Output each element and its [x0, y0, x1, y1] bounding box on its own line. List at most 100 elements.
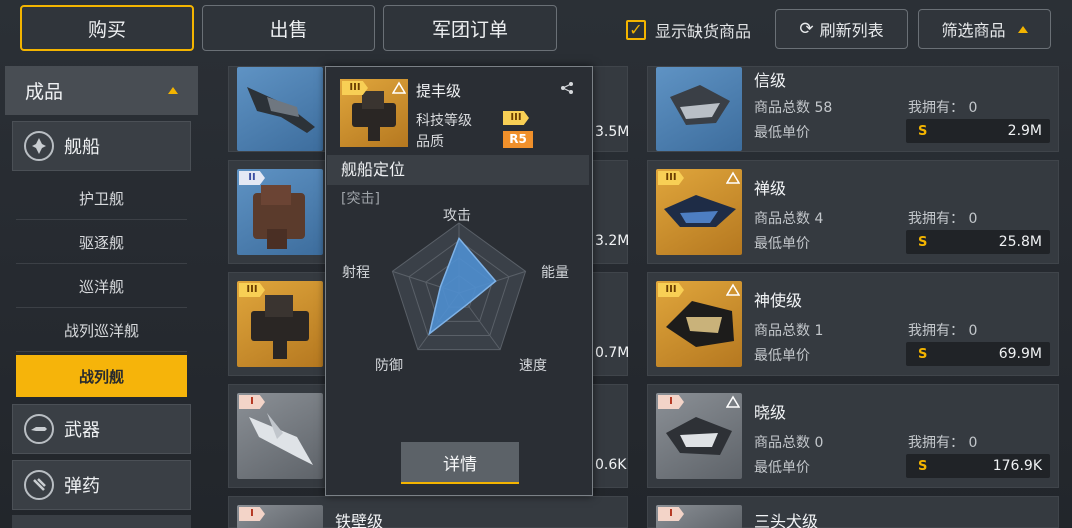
price-value: 3.5M [595, 124, 630, 140]
sidebar-item-frigate[interactable]: 护卫舰 [16, 178, 187, 220]
sidebar-ammo-label: 弹药 [64, 476, 100, 497]
list-item[interactable]: III 禅级 商品总数 4 我拥有： 0 最低单价 S 25.8M [647, 160, 1059, 264]
ship-thumbnail: I [237, 505, 323, 528]
tier-badge: III [658, 283, 684, 297]
tech-level-badge: III [503, 111, 529, 125]
share-icon[interactable] [560, 81, 574, 95]
own-value: 0 [968, 323, 978, 339]
sidebar-item-battlecruiser[interactable]: 战列巡洋舰 [16, 310, 187, 352]
lowest-price-label: 最低单价 [754, 348, 810, 364]
own-value: 0 [968, 100, 978, 116]
price-box: S 176.9K [906, 454, 1050, 478]
quality-badge: R5 [503, 131, 533, 148]
radar-label-attack: 攻击 [443, 208, 471, 224]
list-item[interactable]: I 晓级 商品总数 0 我拥有： 0 最低单价 S 176.9K [647, 384, 1059, 488]
ship-thumbnail: III [237, 281, 323, 367]
quality-label: 品质 [416, 134, 444, 150]
list-item[interactable]: III 神使级 商品总数 1 我拥有： 0 最低单价 S 69.9M [647, 272, 1059, 376]
sidebar-item-cruiser[interactable]: 巡洋舰 [16, 266, 187, 308]
radar-label-range: 射程 [342, 265, 370, 281]
total-label: 商品总数 [754, 100, 810, 116]
ship-name: 神使级 [754, 291, 803, 310]
ship-thumbnail: III [340, 79, 408, 147]
filter-label: 筛选商品 [941, 21, 1006, 40]
total-value: 58 [814, 100, 833, 116]
list-item[interactable]: I 铁壁级 [228, 496, 628, 528]
radar-label-energy: 能量 [541, 265, 569, 281]
sidebar-item-ammo[interactable]: 弹药 [12, 460, 191, 510]
price-box: S 69.9M [906, 342, 1050, 366]
total-label: 商品总数 [754, 323, 810, 339]
role-title: 舰船定位 [327, 155, 589, 185]
price-value: 69.9M [998, 346, 1042, 362]
ship-name: 铁壁级 [335, 512, 384, 528]
category-finished-goods[interactable]: 成品 [5, 66, 198, 115]
tier-badge: I [658, 395, 684, 409]
sidebar-item-ships[interactable]: 舰船 [12, 121, 191, 171]
ship-thumbnail: III [656, 281, 742, 367]
total-value: 4 [814, 211, 824, 227]
ship-thumbnail: II [237, 169, 323, 255]
ship-thumbnail: I [656, 393, 742, 479]
ship-thumbnail: III [656, 169, 742, 255]
tier-badge: I [239, 395, 265, 409]
lowest-price-label: 最低单价 [754, 460, 810, 476]
category-label: 成品 [25, 81, 64, 103]
sidebar-item-destroyer[interactable]: 驱逐舰 [16, 222, 187, 264]
total-label: 商品总数 [754, 211, 810, 227]
lowest-price-label: 最低单价 [754, 236, 810, 252]
ship-thumbnail: I [656, 505, 742, 528]
sidebar-weapons-label: 武器 [64, 420, 100, 441]
refresh-label: 刷新列表 [819, 21, 884, 40]
weapon-icon [24, 414, 54, 444]
price-value: 0.7M [595, 345, 630, 361]
lowest-price-label: 最低单价 [754, 125, 810, 141]
currency-icon: S [918, 458, 928, 474]
total-value: 1 [814, 323, 824, 339]
price-value: 2.9M [1007, 123, 1042, 139]
price-value: 0.6K [595, 457, 627, 473]
own-count: 我拥有： 0 [908, 320, 977, 340]
sidebar-more-item [12, 515, 191, 528]
tech-level-label: 科技等级 [416, 113, 472, 129]
total-label: 商品总数 [754, 435, 810, 451]
tab-buy[interactable]: 购买 [20, 5, 194, 51]
list-item[interactable]: 信级 商品总数 58 我拥有： 0 最低单价 S 2.9M [647, 66, 1059, 152]
sidebar-ships-label: 舰船 [64, 137, 100, 158]
own-count: 我拥有： 0 [908, 208, 977, 228]
details-button[interactable]: 详情 [401, 442, 519, 484]
ship-name: 三头犬级 [754, 512, 819, 528]
tier-badge: I [239, 507, 265, 521]
ship-thumbnail [237, 67, 323, 151]
radar-label-speed: 速度 [519, 358, 547, 374]
collapse-corner-icon [392, 81, 406, 94]
tab-legion-orders[interactable]: 军团订单 [383, 5, 557, 51]
radar-chart [391, 222, 527, 351]
checkbox-checked-icon[interactable]: ✓ [626, 20, 646, 40]
own-count: 我拥有： 0 [908, 97, 977, 117]
total-count: 商品总数 0 [754, 432, 823, 452]
tier-badge: II [239, 171, 265, 185]
tab-sell[interactable]: 出售 [202, 5, 375, 51]
list-item[interactable]: I 三头犬级 [647, 496, 1059, 528]
sidebar-item-battleship[interactable]: 战列舰 [16, 355, 187, 397]
collapse-corner-icon [726, 171, 740, 184]
show-out-of-stock-toggle[interactable]: ✓ 显示缺货商品 [626, 18, 751, 42]
refresh-button[interactable]: ⟳ 刷新列表 [775, 9, 908, 49]
price-box: S 25.8M [906, 230, 1050, 254]
filter-button[interactable]: 筛选商品 [918, 9, 1051, 49]
price-value: 176.9K [992, 458, 1042, 474]
sidebar-item-weapons[interactable]: 武器 [12, 404, 191, 454]
own-value: 0 [968, 435, 978, 451]
ship-name: 信级 [754, 71, 787, 90]
own-label: 我拥有： [908, 323, 964, 339]
total-value: 0 [814, 435, 824, 451]
collapse-corner-icon [726, 283, 740, 296]
tier-badge: III [239, 283, 265, 297]
tier-badge: I [658, 507, 684, 521]
total-count: 商品总数 4 [754, 208, 823, 228]
currency-icon: S [918, 234, 928, 250]
price-value: 3.2M [595, 233, 630, 249]
caret-up-icon [1017, 25, 1028, 33]
ship-name: 晓级 [754, 403, 787, 422]
